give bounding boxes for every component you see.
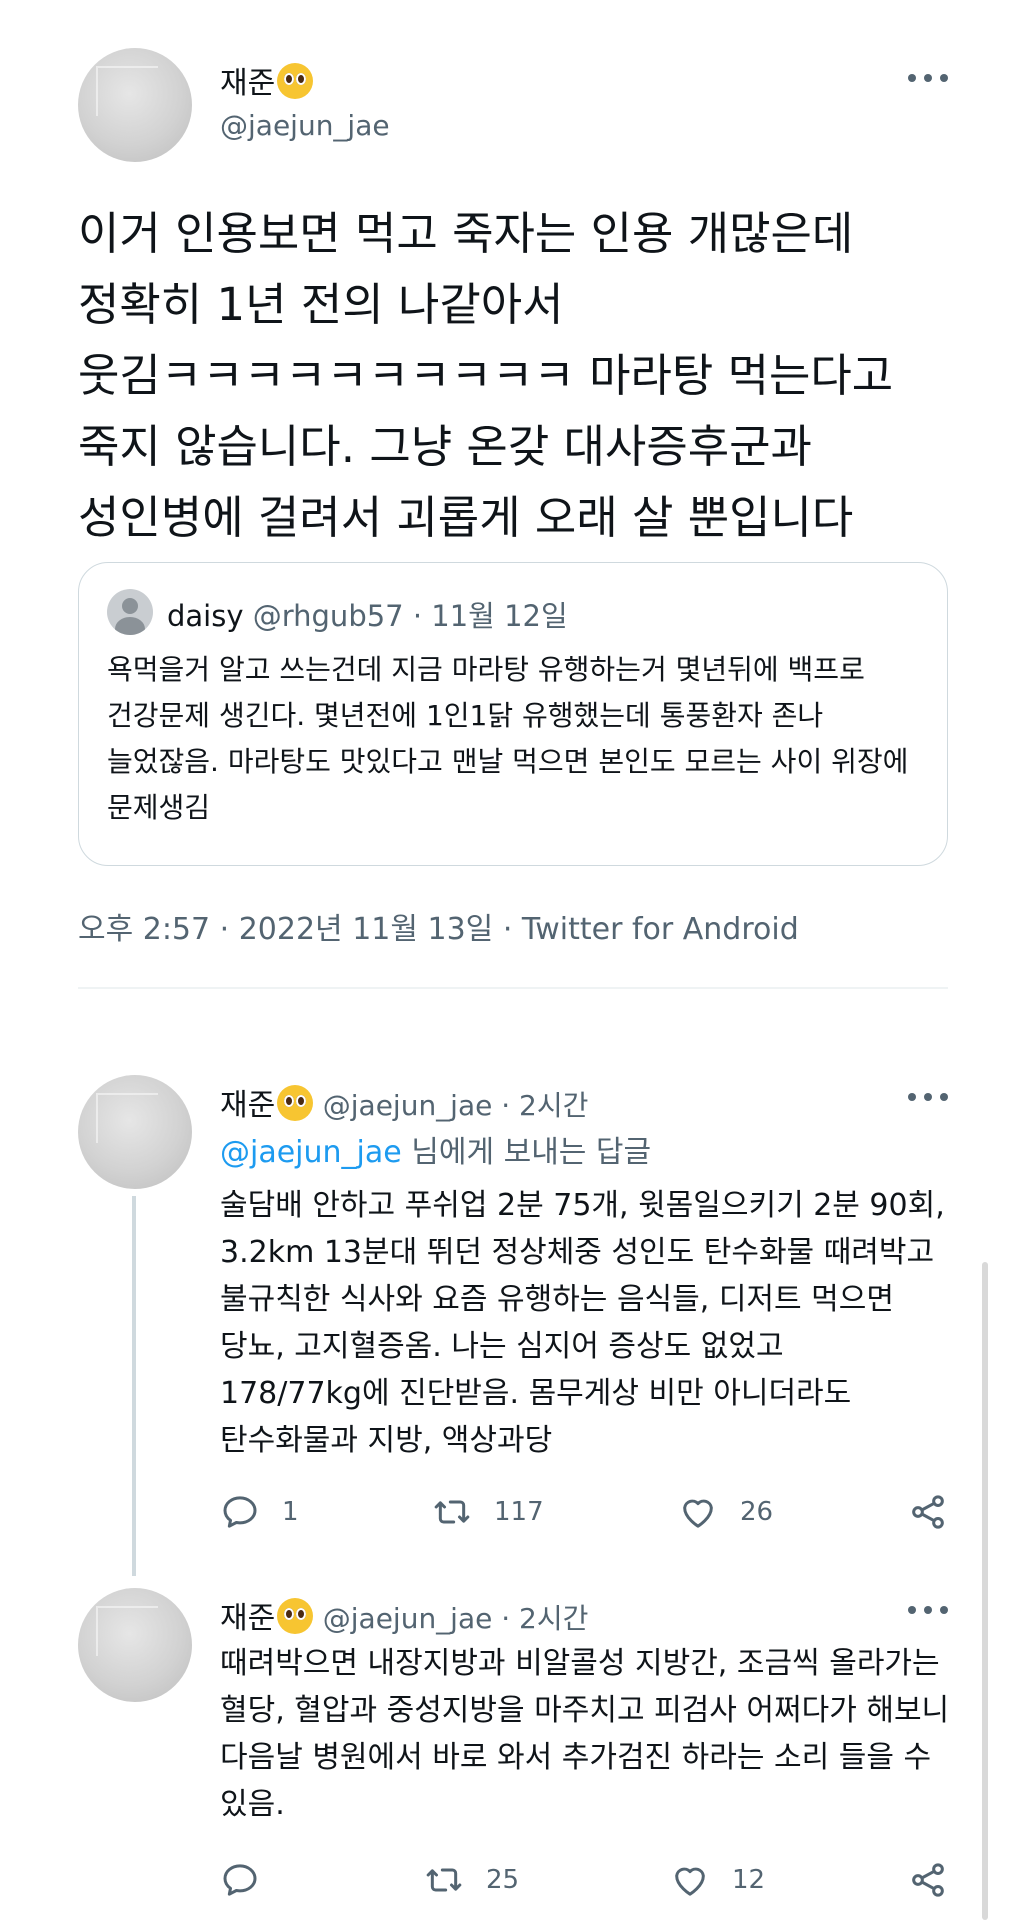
replying-to-label: @jaejun_jae 님에게 보내는 답글 [220,1127,651,1171]
reply-handle-time: @jaejun_jae · 2시간 [322,1602,589,1635]
pleading-face-emoji-icon [277,63,314,99]
reply-avatar[interactable] [78,1075,192,1189]
reply-text: 때려박으면 내장지방과 비알콜성 지방간, 조금씩 올라가는 혈당, 혈압과 중… [220,1646,950,1822]
retweet-button[interactable]: 25 [424,1860,519,1900]
replying-to-mention[interactable]: @jaejun_jae [220,1135,402,1170]
quoted-tweet-date: 11월 12일 [431,599,568,633]
reply-avatar[interactable] [78,1588,192,1702]
retweet-count: 117 [494,1497,544,1527]
quoted-author-handle: @rhgub57 [252,599,404,633]
reply-count: 1 [282,1497,299,1527]
tweet-text: 이거 인용보면 먹고 죽자는 인용 개많은데 정확히 1년 전의 나같아서 웃김… [78,207,894,544]
reply-header: 재준 @jaejun_jae · 2시간 [220,1593,588,1637]
reply-author-name[interactable]: 재준 [220,1088,275,1123]
reply-header: 재준 @jaejun_jae · 2시간 [220,1080,588,1124]
reply-handle-time: @jaejun_jae · 2시간 [322,1089,589,1122]
tweet-timestamp[interactable]: 오후 2:57 · 2022년 11월 13일 · Twitter for An… [78,904,799,948]
heart-icon [675,1867,705,1896]
thread-connector-line [132,1196,136,1576]
like-count: 12 [732,1865,766,1895]
author-display-name: 재준 [220,66,276,101]
retweet-count: 25 [486,1865,520,1895]
quoted-tweet-header: daisy @rhgub57 · 11월 12일 [167,593,568,635]
heart-icon [683,1499,713,1528]
more-options-icon[interactable] [908,74,948,84]
replying-to-suffix: 님에게 보내는 답글 [401,1135,652,1170]
share-icon [912,1495,944,1529]
share-icon [912,1863,944,1897]
divider [78,987,948,989]
like-count: 26 [740,1497,774,1527]
retweet-button[interactable]: 117 [432,1492,544,1532]
author-name[interactable]: 재준 [220,58,314,102]
retweet-icon [434,1500,470,1524]
reply-icon [223,1496,257,1528]
quoted-tweet-text: 욕먹을거 알고 쓰는건데 지금 마라탕 유행하는거 몇년뒤에 백프로 건강문제 … [107,653,909,824]
more-options-icon[interactable] [908,1093,948,1103]
author-avatar[interactable] [78,48,192,162]
quoted-author-name: daisy [167,599,244,633]
like-button[interactable]: 26 [678,1492,773,1532]
author-handle[interactable]: @jaejun_jae [220,109,390,142]
reply-icon [223,1864,257,1896]
pleading-face-emoji-icon [277,1085,314,1121]
more-options-icon[interactable] [908,1606,948,1616]
reply-button[interactable]: 1 [220,1492,299,1532]
quoted-author-avatar [107,589,153,635]
retweet-icon [426,1868,462,1892]
separator-dot: · [412,599,423,633]
reply-text: 술담배 안하고 푸쉬업 2분 75개, 윗몸일으키기 2분 90회, 3.2km… [220,1188,945,1458]
quoted-tweet-card[interactable]: daisy @rhgub57 · 11월 12일 욕먹을거 알고 쓰는건데 지금… [78,562,948,866]
reply-author-name[interactable]: 재준 [220,1601,275,1636]
share-button[interactable] [908,1492,948,1532]
reply-button[interactable] [220,1860,282,1900]
scrollbar[interactable] [982,1262,988,1920]
pleading-face-emoji-icon [277,1598,314,1634]
like-button[interactable]: 12 [670,1860,765,1900]
share-button[interactable] [908,1860,948,1900]
